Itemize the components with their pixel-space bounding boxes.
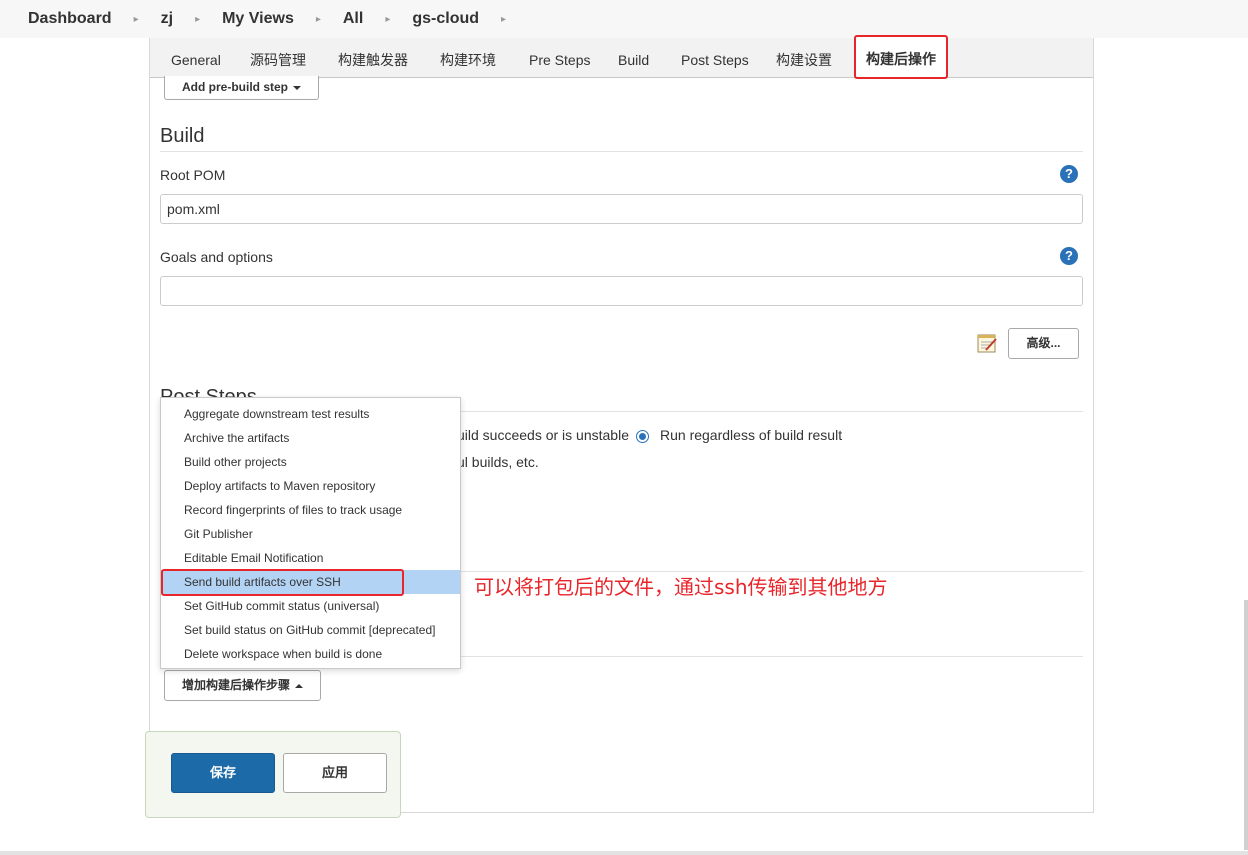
post-steps-description: ul builds, etc.	[457, 454, 539, 470]
menu-item-delete-workspace[interactable]: Delete workspace when build is done	[161, 642, 460, 666]
menu-item-record-fingerprints[interactable]: Record fingerprints of files to track us…	[161, 498, 460, 522]
chevron-right-icon[interactable]: ▸	[385, 14, 390, 25]
tab-build-settings[interactable]: 构建设置	[776, 38, 832, 78]
notepad-icon[interactable]	[976, 332, 998, 354]
divider	[160, 151, 1083, 152]
chevron-right-icon[interactable]: ▸	[195, 14, 200, 25]
menu-item-github-commit-status[interactable]: Set GitHub commit status (universal)	[161, 594, 460, 618]
help-icon[interactable]: ?	[1060, 165, 1078, 183]
breadcrumb-gs-cloud[interactable]: gs-cloud	[412, 10, 479, 28]
add-pre-build-step-label: Add pre-build step	[182, 80, 288, 94]
menu-item-email-notification[interactable]: Editable Email Notification	[161, 546, 460, 570]
apply-button[interactable]: 应用	[283, 753, 387, 793]
radio-run-regardless-label: Run regardless of build result	[660, 427, 843, 443]
tab-general[interactable]: General	[171, 38, 221, 78]
radio-run-regardless[interactable]	[636, 430, 649, 443]
menu-item-archive-artifacts[interactable]: Archive the artifacts	[161, 426, 460, 450]
menu-item-git-publisher[interactable]: Git Publisher	[161, 522, 460, 546]
breadcrumb-all[interactable]: All	[343, 10, 363, 28]
help-icon[interactable]: ?	[1060, 247, 1078, 265]
tab-build-environment[interactable]: 构建环境	[440, 38, 496, 78]
post-build-action-menu: Aggregate downstream test results Archiv…	[160, 397, 461, 669]
radio-success-unstable-label: uild succeeds or is unstable	[457, 427, 629, 443]
config-tabs: General 源码管理 构建触发器 构建环境 Pre Steps Build …	[150, 35, 1093, 79]
breadcrumb: Dashboard ▸ zj ▸ My Views ▸ All ▸ gs-clo…	[0, 0, 1248, 38]
menu-item-github-build-status[interactable]: Set build status on GitHub commit [depre…	[161, 618, 460, 642]
tab-post-steps[interactable]: Post Steps	[681, 38, 749, 78]
build-section-title: Build	[160, 125, 205, 147]
add-post-build-action-button[interactable]: 增加构建后操作步骤	[164, 670, 321, 701]
chevron-right-icon[interactable]: ▸	[501, 14, 506, 25]
breadcrumb-my-views[interactable]: My Views	[222, 10, 294, 28]
menu-item-send-over-ssh[interactable]: Send build artifacts over SSH	[161, 570, 460, 594]
save-button[interactable]: 保存	[171, 753, 275, 793]
chevron-right-icon[interactable]: ▸	[316, 14, 321, 25]
advanced-button[interactable]: 高级...	[1008, 328, 1079, 359]
breadcrumb-zj[interactable]: zj	[161, 10, 173, 28]
add-pre-build-step-button[interactable]: Add pre-build step	[164, 76, 319, 100]
tab-scm[interactable]: 源码管理	[250, 38, 306, 78]
caret-up-icon	[295, 683, 303, 688]
menu-item-deploy-maven[interactable]: Deploy artifacts to Maven repository	[161, 474, 460, 498]
breadcrumb-dashboard[interactable]: Dashboard	[28, 10, 112, 28]
tab-pre-steps[interactable]: Pre Steps	[529, 38, 590, 78]
annotation-text: 可以将打包后的文件，通过ssh传输到其他地方	[474, 575, 888, 599]
root-pom-label: Root POM	[160, 167, 226, 183]
menu-item-aggregate-test-results[interactable]: Aggregate downstream test results	[161, 402, 460, 426]
menu-item-build-other-projects[interactable]: Build other projects	[161, 450, 460, 474]
caret-down-icon	[293, 85, 301, 90]
chevron-right-icon[interactable]: ▸	[134, 14, 139, 25]
tab-build[interactable]: Build	[618, 38, 649, 78]
tab-build-triggers[interactable]: 构建触发器	[338, 38, 408, 78]
divider	[461, 656, 1083, 657]
root-pom-input[interactable]: pom.xml	[160, 194, 1083, 224]
scrollbar[interactable]	[1244, 600, 1248, 850]
add-post-build-action-label: 增加构建后操作步骤	[181, 678, 290, 692]
goals-options-input[interactable]	[160, 276, 1083, 306]
save-bar: 保存 应用	[145, 731, 401, 818]
tab-post-build-actions[interactable]: 构建后操作	[854, 35, 948, 79]
goals-options-label: Goals and options	[160, 249, 273, 265]
footer-strip	[0, 851, 1248, 855]
